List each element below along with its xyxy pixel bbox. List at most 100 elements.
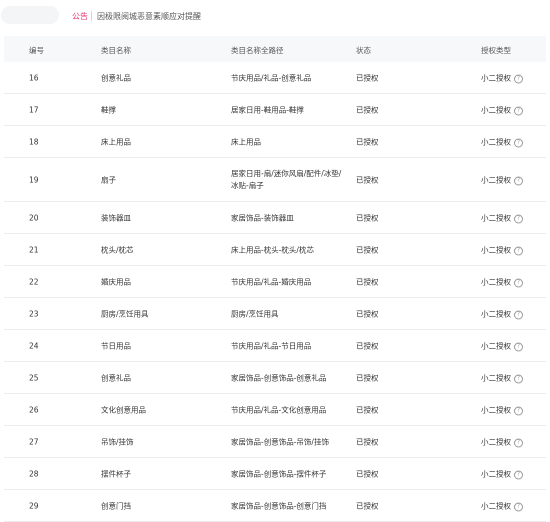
cell-no-text: 29 [29,501,39,510]
cell-type: 小二授权? [481,436,523,447]
cell-type: 小二授权? [481,276,523,287]
cell-name-text: 创意礼品 [101,73,131,82]
cell-no: 19 [29,175,39,184]
cell-path: 家居饰品-创意饰品-创意礼品 [231,372,326,383]
help-icon[interactable]: ? [514,502,523,511]
help-icon[interactable]: ? [514,310,523,319]
table-body: 16 创意礼品 节庆用品/礼品-创意礼品 已授权 小二授权? 17 鞋撑 居家日用-鞋用品-鞋… [4,62,546,522]
help-icon[interactable]: ? [514,406,523,415]
search-pill[interactable] [1,6,59,24]
cell-name-text: 创意门挡 [101,501,131,510]
cell-name: 床上用品 [101,136,131,147]
notice-divider [91,11,92,21]
cell-status: 已授权 [356,212,379,223]
cell-path-text: 节庆用品/礼品-婚庆用品 [231,277,312,286]
category-table: 编号 类目名称 类目名称全路径 状态 授权类型 16 创意礼品 节庆用品/礼品-创意… [4,36,546,522]
cell-type-text: 小二授权 [481,437,511,446]
cell-path-text: 家居饰品-创意饰品-创意礼品 [231,373,327,382]
cell-path-text: 家居饰品-创意饰品-创意门挡 [231,501,327,510]
cell-status-text: 已授权 [356,175,379,184]
header-name: 类目名称 [101,46,131,55]
cell-name: 创意礼品 [101,72,131,83]
table-row: 19 扇子 居家日用-扇/迷你风扇/配件/冰垫/冰贴-扇子 已授权 小二授权? [4,158,546,202]
cell-name: 吊饰/挂饰 [101,436,134,447]
cell-no: 18 [29,137,39,146]
cell-status: 已授权 [356,136,379,147]
help-icon[interactable]: ? [514,438,523,447]
cell-no-text: 28 [29,469,39,478]
cell-no-text: 16 [29,73,39,82]
cell-name-text: 鞋撑 [101,105,116,114]
cell-name-text: 扇子 [101,175,116,184]
cell-no: 22 [29,277,39,286]
cell-no-text: 18 [29,137,39,146]
table-row: 20 装饰器皿 家居饰品-装饰器皿 已授权 小二授权? [4,202,546,234]
cell-path: 家居饰品-创意饰品-摆件杯子 [231,468,326,479]
cell-name-text: 装饰器皿 [101,213,131,222]
help-icon[interactable]: ? [514,106,523,115]
cell-type: 小二授权? [481,340,523,351]
table-header: 编号 类目名称 类目名称全路径 状态 授权类型 [4,36,546,62]
cell-name: 文化创意用品 [101,404,146,415]
cell-name-text: 创意礼品 [101,373,131,382]
help-icon[interactable]: ? [514,374,523,383]
help-icon[interactable]: ? [514,138,523,147]
cell-type: 小二授权? [481,372,523,383]
cell-no-text: 24 [29,341,39,350]
cell-type: 小二授权? [481,136,523,147]
cell-path: 家居饰品-创意饰品-创意门挡 [231,500,326,511]
cell-path: 节庆用品/礼品-创意礼品 [231,72,311,83]
cell-no: 29 [29,501,39,510]
cell-path: 居家日用-鞋用品-鞋撑 [231,104,304,115]
cell-status-text: 已授权 [356,73,379,82]
notice-bar: 公告 因极限阅城恶意素顺应对提醒 [0,0,550,35]
cell-status: 已授权 [356,404,379,415]
header-status: 状态 [356,46,371,55]
help-icon[interactable]: ? [514,342,523,351]
cell-no: 25 [29,373,39,382]
help-icon[interactable]: ? [514,278,523,287]
cell-status-text: 已授权 [356,341,379,350]
cell-path: 居家日用-扇/迷你风扇/配件/冰垫/冰贴-扇子 [231,168,346,192]
cell-name: 鞋撑 [101,104,116,115]
notice-link[interactable]: 因极限阅城恶意素顺应对提醒 [97,11,201,22]
cell-name: 摆件杯子 [101,468,131,479]
cell-path-text: 床上用品 [231,137,261,146]
cell-path: 床上用品 [231,136,261,147]
cell-status-text: 已授权 [356,501,379,510]
help-icon[interactable]: ? [514,214,523,223]
cell-path: 家居饰品-装饰器皿 [231,212,294,223]
help-icon[interactable]: ? [514,176,523,185]
cell-name-text: 摆件杯子 [101,469,131,478]
cell-type: 小二授权? [481,308,523,319]
cell-type: 小二授权? [481,72,523,83]
cell-path-text: 居家日用-鞋用品-鞋撑 [231,105,304,114]
cell-path: 厨房/烹饪用具 [231,308,279,319]
help-icon[interactable]: ? [514,470,523,479]
cell-no: 26 [29,405,39,414]
help-icon[interactable]: ? [514,74,523,83]
cell-status-text: 已授权 [356,105,379,114]
cell-type-text: 小二授权 [481,341,511,350]
table-row: 29 创意门挡 家居饰品-创意饰品-创意门挡 已授权 小二授权? [4,490,546,522]
cell-no-text: 26 [29,405,39,414]
cell-status: 已授权 [356,104,379,115]
table-row: 21 枕头/枕芯 床上用品-枕头-枕头/枕芯 已授权 小二授权? [4,234,546,266]
cell-status-text: 已授权 [356,405,379,414]
cell-no: 27 [29,437,39,446]
cell-name-text: 婚庆用品 [101,277,131,286]
cell-name-text: 文化创意用品 [101,405,146,414]
cell-type: 小二授权? [481,174,523,185]
cell-type: 小二授权? [481,244,523,255]
cell-path-text: 节庆用品/礼品-文化创意用品 [231,405,327,414]
cell-status-text: 已授权 [356,245,379,254]
cell-name: 扇子 [101,174,116,185]
help-icon[interactable]: ? [514,246,523,255]
cell-status-text: 已授权 [356,137,379,146]
cell-no: 28 [29,469,39,478]
cell-name-text: 节日用品 [101,341,131,350]
cell-type: 小二授权? [481,212,523,223]
cell-status-text: 已授权 [356,437,379,446]
cell-no: 24 [29,341,39,350]
cell-type-text: 小二授权 [481,373,511,382]
